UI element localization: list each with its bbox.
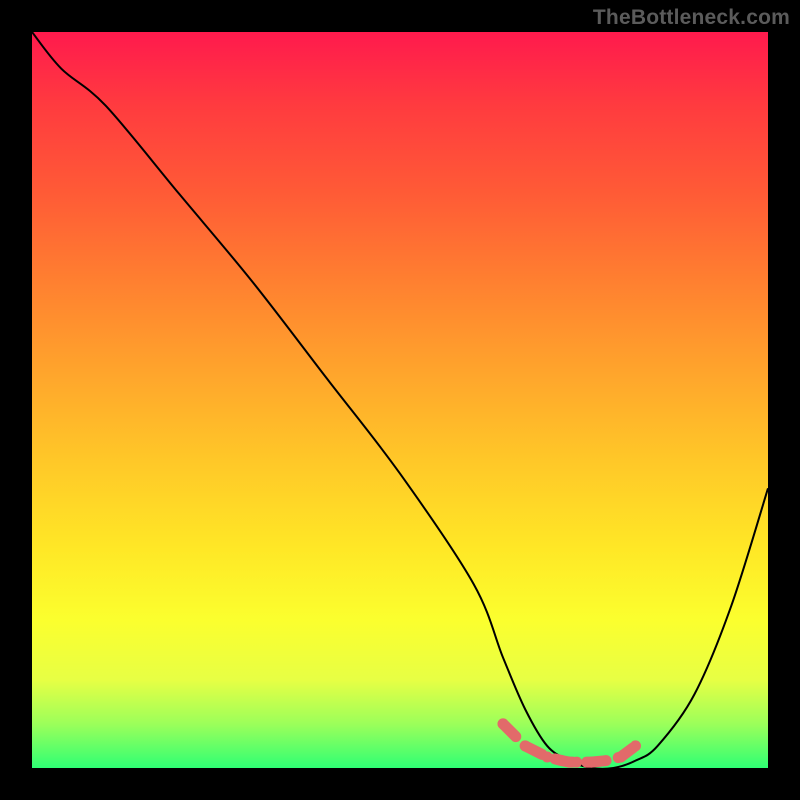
chart-svg	[32, 32, 768, 768]
watermark-label: TheBottleneck.com	[593, 6, 790, 30]
optimal-range-dot	[601, 755, 612, 766]
plot-area	[32, 32, 768, 768]
optimal-range-dot	[586, 757, 597, 768]
optimal-range-dot	[571, 757, 582, 768]
optimal-range-dot	[630, 740, 641, 751]
optimal-range-dot	[615, 751, 626, 762]
optimal-range-markers	[498, 718, 641, 767]
bottleneck-curve-path	[32, 32, 768, 769]
chart-frame: TheBottleneck.com	[0, 0, 800, 800]
optimal-range-dot	[542, 751, 553, 762]
bottleneck-curve	[32, 32, 768, 769]
optimal-range-dot	[498, 718, 509, 729]
optimal-range-dot	[520, 740, 531, 751]
